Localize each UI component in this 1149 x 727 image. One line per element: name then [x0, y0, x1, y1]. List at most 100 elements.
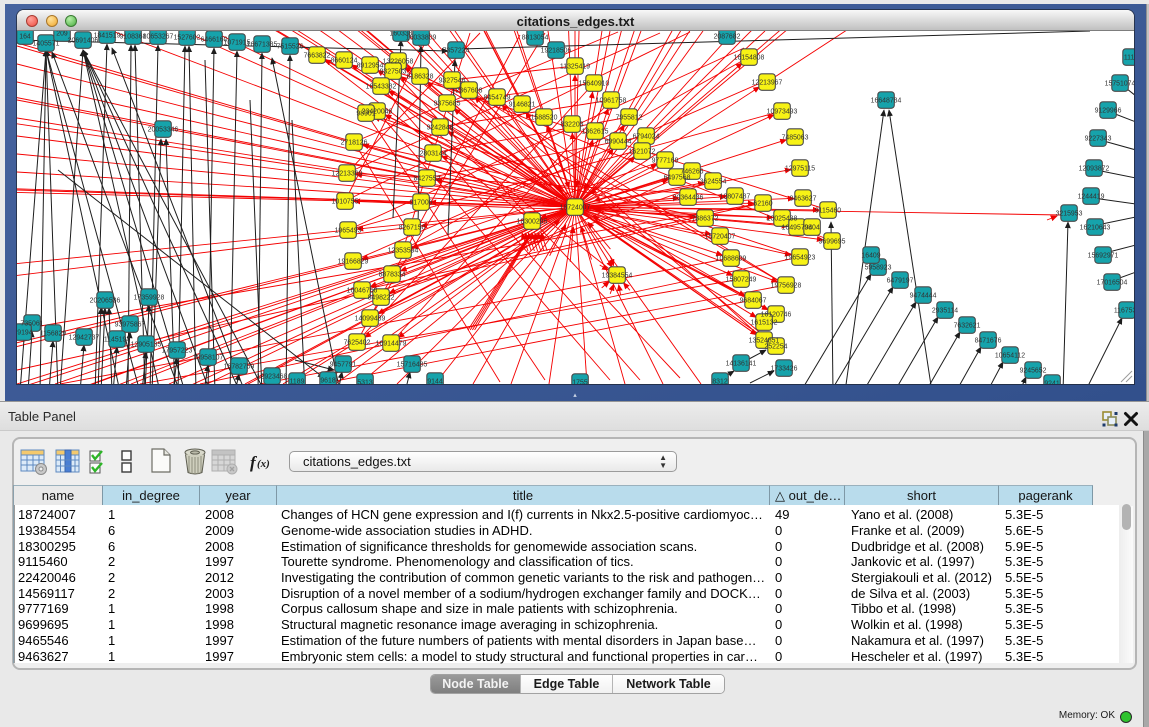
- svg-text:9618: 9618: [320, 377, 335, 384]
- svg-text:16914479: 16914479: [376, 340, 407, 347]
- svg-text:19756928: 19756928: [771, 282, 802, 289]
- svg-text:1145194: 1145194: [104, 336, 130, 343]
- svg-text:6479197: 6479197: [887, 277, 914, 284]
- svg-text:6990444: 6990444: [605, 138, 632, 145]
- svg-text:9241: 9241: [1044, 380, 1059, 384]
- svg-text:11325419: 11325419: [560, 63, 590, 70]
- svg-text:7357224: 7357224: [443, 47, 470, 54]
- svg-text:9375685: 9375685: [434, 100, 461, 107]
- svg-text:9474444: 9474444: [910, 292, 937, 299]
- svg-text:39194: 39194: [17, 329, 33, 336]
- svg-text:9699695: 9699695: [819, 238, 846, 245]
- svg-text:9327546: 9327546: [439, 77, 466, 84]
- svg-text:9227343: 9227343: [1085, 135, 1112, 142]
- svg-text:1841519: 1841519: [94, 32, 121, 39]
- svg-text:12975115: 12975115: [785, 165, 815, 172]
- svg-text:3215953: 3215953: [1056, 210, 1083, 217]
- svg-text:15807249: 15807249: [726, 276, 757, 283]
- svg-text:9129966: 9129966: [1095, 107, 1122, 114]
- svg-text:18724007: 18724007: [560, 204, 591, 211]
- svg-text:1405571: 1405571: [33, 40, 60, 47]
- svg-text:8813054: 8813054: [522, 34, 549, 41]
- svg-text:15716485: 15716485: [397, 361, 428, 368]
- svg-text:16154808: 16154808: [734, 54, 765, 61]
- svg-text:3624554: 3624554: [700, 178, 727, 185]
- svg-text:2087682: 2087682: [714, 33, 741, 40]
- svg-text:15751074: 15751074: [1105, 80, 1134, 87]
- svg-text:12353594: 12353594: [388, 247, 419, 254]
- svg-text:12093872: 12093872: [1079, 165, 1110, 172]
- svg-text:8454749: 8454749: [484, 94, 511, 101]
- svg-text:12923468: 12923468: [257, 373, 288, 380]
- svg-text:164: 164: [19, 33, 31, 40]
- svg-text:2935114: 2935114: [932, 307, 958, 314]
- svg-text:9327503: 9327503: [380, 68, 407, 75]
- svg-text:1189: 1189: [290, 378, 305, 384]
- svg-text:17957223: 17957223: [162, 347, 193, 354]
- svg-text:8660124: 8660124: [331, 57, 358, 64]
- svg-text:7485063: 7485063: [782, 134, 809, 141]
- svg-text:6794024: 6794024: [633, 133, 660, 140]
- svg-text:18300295: 18300295: [517, 218, 548, 225]
- svg-text:8312: 8312: [712, 378, 727, 384]
- svg-text:8498222: 8498222: [368, 294, 395, 301]
- svg-text:14136141: 14136141: [726, 360, 757, 367]
- svg-text:16210643: 16210643: [1080, 224, 1111, 231]
- svg-text:16648784: 16648784: [871, 97, 902, 104]
- svg-text:19166829: 19166829: [338, 258, 369, 265]
- svg-text:15640910: 15640910: [579, 80, 610, 87]
- svg-text:252254: 252254: [765, 343, 788, 350]
- svg-text:8878334: 8878334: [379, 271, 406, 278]
- svg-text:1527602: 1527602: [174, 34, 201, 41]
- svg-text:9457791: 9457791: [330, 361, 357, 368]
- svg-text:10958107: 10958107: [193, 354, 224, 361]
- svg-text:10688609: 10688609: [716, 255, 747, 262]
- svg-text:10973493: 10973493: [767, 108, 798, 115]
- svg-text:8471676: 8471676: [975, 337, 1002, 344]
- svg-text:(x): (x): [257, 458, 270, 470]
- svg-text:1362615: 1362615: [582, 128, 609, 135]
- svg-text:12213967: 12213967: [752, 79, 783, 86]
- svg-text:93975867: 93975867: [115, 321, 146, 328]
- svg-text:16409: 16409: [861, 252, 880, 259]
- svg-text:7515526: 7515526: [277, 43, 304, 50]
- svg-text:15692971: 15692971: [1088, 252, 1119, 259]
- svg-text:7625402: 7625402: [344, 339, 371, 346]
- svg-text:1755: 1755: [572, 379, 587, 384]
- svg-text:7663822: 7663822: [304, 52, 331, 59]
- svg-text:1156829: 1156829: [40, 330, 66, 337]
- svg-text:5313: 5313: [357, 379, 372, 384]
- svg-text:98901: 98901: [356, 110, 375, 117]
- svg-text:20053346: 20053346: [148, 126, 179, 133]
- svg-text:10807487: 10807487: [720, 193, 751, 200]
- svg-text:10654112: 10654112: [995, 352, 1025, 359]
- svg-text:17016504: 17016504: [1097, 279, 1128, 286]
- svg-text:1244419: 1244419: [1078, 193, 1105, 200]
- svg-text:9242848: 9242848: [427, 124, 454, 131]
- svg-text:9684067: 9684067: [740, 297, 767, 304]
- svg-text:1733426: 1733426: [771, 365, 798, 372]
- svg-text:16671385: 16671385: [247, 41, 278, 48]
- svg-text:16033809: 16033809: [406, 34, 437, 41]
- svg-text:9777169: 9777169: [652, 157, 679, 164]
- svg-text:1112: 1112: [1124, 54, 1134, 61]
- svg-text:1965493: 1965493: [335, 227, 362, 234]
- svg-text:10653267: 10653267: [143, 33, 174, 40]
- svg-text:13226058: 13226058: [383, 58, 414, 65]
- svg-text:12905135: 12905135: [131, 341, 162, 348]
- svg-text:9146821: 9146821: [509, 101, 536, 108]
- svg-text:2718126: 2718126: [341, 139, 368, 146]
- svg-text:9144: 9144: [427, 378, 442, 384]
- svg-text:19384554: 19384554: [602, 272, 633, 279]
- svg-text:735061: 735061: [21, 320, 44, 327]
- svg-text:12213369: 12213369: [332, 170, 363, 177]
- svg-text:1588520: 1588520: [531, 114, 558, 121]
- svg-text:16543382: 16543382: [366, 83, 397, 90]
- svg-text:17359928: 17359928: [134, 294, 165, 301]
- svg-text:2803144: 2803144: [420, 150, 447, 157]
- svg-text:20364436: 20364436: [673, 194, 704, 201]
- svg-text:15720407: 15720407: [705, 233, 736, 240]
- svg-text:10025438: 10025438: [767, 215, 798, 222]
- svg-text:832203: 832203: [561, 121, 584, 128]
- svg-text:209: 209: [56, 31, 68, 37]
